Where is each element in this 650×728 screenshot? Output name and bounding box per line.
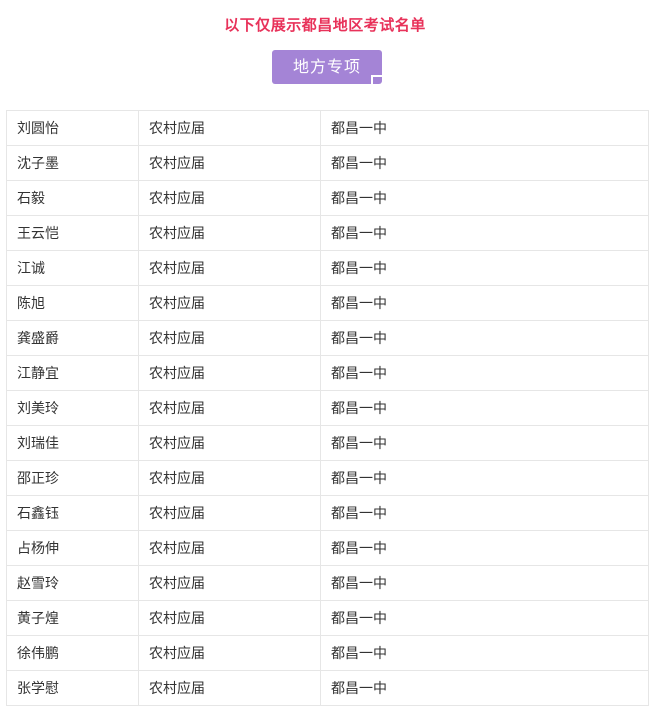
category-cell: 农村应届 bbox=[138, 495, 321, 531]
school-cell: 都昌一中 bbox=[320, 110, 649, 146]
category-cell: 农村应届 bbox=[138, 145, 321, 181]
category-cell: 农村应届 bbox=[138, 635, 321, 671]
name-cell: 江诚 bbox=[6, 250, 139, 286]
category-cell: 农村应届 bbox=[138, 425, 321, 461]
category-cell: 农村应届 bbox=[138, 530, 321, 566]
school-cell: 都昌一中 bbox=[320, 425, 649, 461]
name-cell: 邵正珍 bbox=[6, 460, 139, 496]
school-cell: 都昌一中 bbox=[320, 320, 649, 356]
table-row: 张学慰 农村应届 都昌一中 bbox=[6, 670, 649, 706]
school-cell: 都昌一中 bbox=[320, 390, 649, 426]
table-row: 赵雪玲 农村应届 都昌一中 bbox=[6, 565, 649, 601]
school-cell: 都昌一中 bbox=[320, 635, 649, 671]
category-cell: 农村应届 bbox=[138, 600, 321, 636]
table-row: 王云恺 农村应届 都昌一中 bbox=[6, 215, 649, 251]
name-cell: 陈旭 bbox=[6, 285, 139, 321]
name-cell: 江静宜 bbox=[6, 355, 139, 391]
name-cell: 徐伟鹏 bbox=[6, 635, 139, 671]
badge-corner-decoration bbox=[371, 75, 382, 86]
section-badge-label: 地方专项 bbox=[272, 50, 382, 84]
school-cell: 都昌一中 bbox=[320, 355, 649, 391]
table-row: 刘美玲 农村应届 都昌一中 bbox=[6, 390, 649, 426]
school-cell: 都昌一中 bbox=[320, 250, 649, 286]
category-cell: 农村应届 bbox=[138, 565, 321, 601]
roster-table: 刘圆怡 农村应届 都昌一中 沈子墨 农村应届 都昌一中 石毅 农村应届 都昌一中 王云恺 农村… bbox=[6, 110, 649, 706]
school-cell: 都昌一中 bbox=[320, 145, 649, 181]
table-row: 黄子煌 农村应届 都昌一中 bbox=[6, 600, 649, 636]
table-row: 邵正珍 农村应届 都昌一中 bbox=[6, 460, 649, 496]
category-cell: 农村应届 bbox=[138, 460, 321, 496]
table-row: 占杨伸 农村应届 都昌一中 bbox=[6, 530, 649, 566]
name-cell: 赵雪玲 bbox=[6, 565, 139, 601]
roster-table-body: 刘圆怡 农村应届 都昌一中 沈子墨 农村应届 都昌一中 石毅 农村应届 都昌一中 王云恺 农村… bbox=[6, 110, 649, 706]
category-cell: 农村应届 bbox=[138, 670, 321, 706]
name-cell: 王云恺 bbox=[6, 215, 139, 251]
table-row: 江静宜 农村应届 都昌一中 bbox=[6, 355, 649, 391]
name-cell: 石鑫钰 bbox=[6, 495, 139, 531]
category-cell: 农村应届 bbox=[138, 250, 321, 286]
category-cell: 农村应届 bbox=[138, 320, 321, 356]
table-row: 刘圆怡 农村应届 都昌一中 bbox=[6, 110, 649, 146]
page-notice: 以下仅展示都昌地区考试名单 bbox=[224, 16, 426, 34]
section-badge: 地方专项 bbox=[272, 50, 382, 86]
name-cell: 沈子墨 bbox=[6, 145, 139, 181]
school-cell: 都昌一中 bbox=[320, 285, 649, 321]
school-cell: 都昌一中 bbox=[320, 180, 649, 216]
table-row: 徐伟鹏 农村应届 都昌一中 bbox=[6, 635, 649, 671]
table-row: 龚盛爵 农村应届 都昌一中 bbox=[6, 320, 649, 356]
table-row: 沈子墨 农村应届 都昌一中 bbox=[6, 145, 649, 181]
name-cell: 刘瑞佳 bbox=[6, 425, 139, 461]
school-cell: 都昌一中 bbox=[320, 600, 649, 636]
name-cell: 刘美玲 bbox=[6, 390, 139, 426]
category-cell: 农村应届 bbox=[138, 285, 321, 321]
school-cell: 都昌一中 bbox=[320, 495, 649, 531]
name-cell: 刘圆怡 bbox=[6, 110, 139, 146]
school-cell: 都昌一中 bbox=[320, 215, 649, 251]
name-cell: 黄子煌 bbox=[6, 600, 139, 636]
school-cell: 都昌一中 bbox=[320, 530, 649, 566]
school-cell: 都昌一中 bbox=[320, 565, 649, 601]
category-cell: 农村应届 bbox=[138, 355, 321, 391]
table-row: 石鑫钰 农村应届 都昌一中 bbox=[6, 495, 649, 531]
category-cell: 农村应届 bbox=[138, 215, 321, 251]
school-cell: 都昌一中 bbox=[320, 460, 649, 496]
table-row: 江诚 农村应届 都昌一中 bbox=[6, 250, 649, 286]
category-cell: 农村应届 bbox=[138, 110, 321, 146]
category-cell: 农村应届 bbox=[138, 180, 321, 216]
table-row: 石毅 农村应届 都昌一中 bbox=[6, 180, 649, 216]
name-cell: 占杨伸 bbox=[6, 530, 139, 566]
school-cell: 都昌一中 bbox=[320, 670, 649, 706]
name-cell: 龚盛爵 bbox=[6, 320, 139, 356]
category-cell: 农村应届 bbox=[138, 390, 321, 426]
table-row: 刘瑞佳 农村应届 都昌一中 bbox=[6, 425, 649, 461]
name-cell: 张学慰 bbox=[6, 670, 139, 706]
table-row: 陈旭 农村应届 都昌一中 bbox=[6, 285, 649, 321]
name-cell: 石毅 bbox=[6, 180, 139, 216]
